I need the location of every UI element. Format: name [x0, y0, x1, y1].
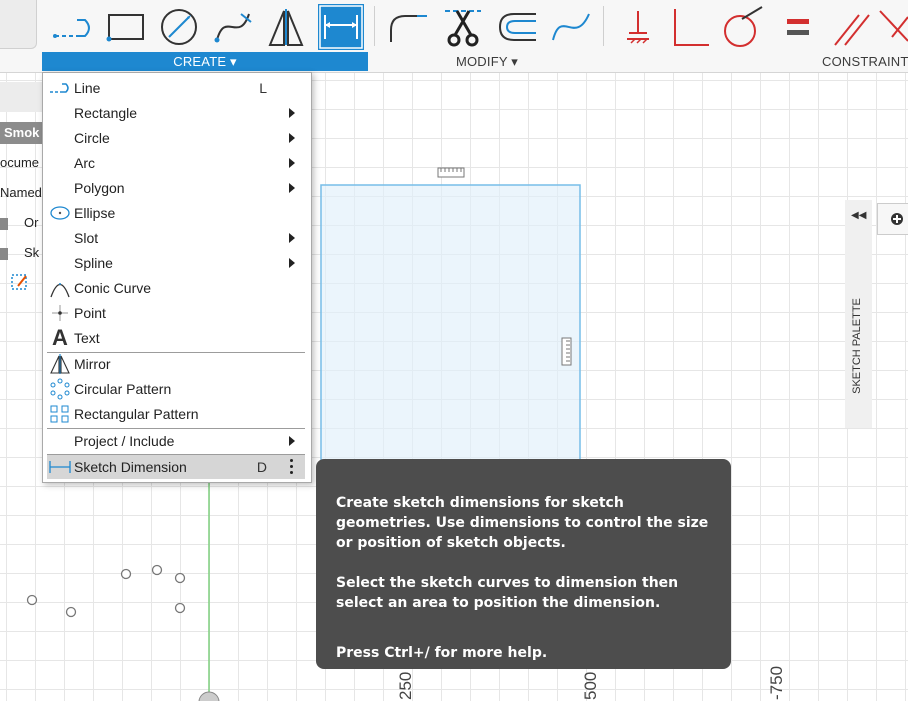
plus-circle-icon [891, 213, 903, 225]
browser-root-item[interactable]: Smok [0, 122, 42, 144]
axis-label-250: 250 [396, 671, 415, 700]
browser-row-named-views[interactable]: Named [0, 185, 42, 200]
left-corner-panel [0, 0, 37, 49]
ellipse-icon [47, 201, 73, 225]
submenu-arrow-icon [289, 233, 295, 243]
browser-row-origin[interactable]: Or [0, 215, 38, 230]
equal-constraint-button[interactable] [778, 4, 818, 50]
menu-item-mirror[interactable]: Mirror [47, 352, 305, 376]
rectangle-tool-button[interactable] [102, 4, 148, 50]
line-tool-button[interactable] [50, 4, 96, 50]
sketch-edit-icon[interactable] [10, 272, 30, 295]
add-panel-button[interactable] [877, 203, 908, 235]
submenu-arrow-icon [289, 183, 295, 193]
sketch-dimension-tool-button[interactable] [318, 4, 364, 50]
browser-row-document[interactable]: ocume [0, 155, 39, 170]
trim-tool-button[interactable] [440, 4, 486, 50]
sketch-dimension-tooltip: Create sketch dimensions for sketch geom… [316, 459, 731, 669]
toolbar-separator [603, 6, 604, 46]
sketch-dimension-icon [319, 5, 363, 49]
circular-pattern-icon [47, 377, 73, 401]
submenu-arrow-icon [289, 133, 295, 143]
spline-icon [214, 13, 252, 43]
menu-item-conic-curve[interactable]: Conic Curve [47, 276, 305, 300]
fillet-tool-button[interactable] [384, 4, 430, 50]
line-icon [47, 76, 73, 100]
circle-tool-button[interactable] [156, 4, 202, 50]
tooltip-help-hint: Press Ctrl+/ for more help. [336, 645, 548, 661]
curve-icon [552, 13, 590, 41]
folder-icon [0, 217, 8, 230]
more-options-icon[interactable] [290, 459, 293, 477]
rectangle-icon [106, 14, 144, 42]
menu-item-project-include[interactable]: Project / Include [47, 429, 305, 453]
submenu-arrow-icon [289, 158, 295, 168]
menu-item-slot[interactable]: Slot [47, 226, 305, 250]
rectangular-pattern-icon [47, 402, 73, 426]
browser-header [0, 82, 42, 112]
mirror-tool-button[interactable] [262, 4, 310, 50]
menu-item-point[interactable]: Point [47, 301, 305, 325]
menu-item-arc[interactable]: Arc [47, 151, 305, 175]
tooltip-instructions: Select the sketch curves to dimension th… [336, 575, 679, 611]
menu-item-circle[interactable]: Circle [47, 126, 305, 150]
menu-item-polygon[interactable]: Polygon [47, 176, 305, 200]
sketch-palette-collapsed[interactable]: ◀◀ SKETCH PALETTE [845, 200, 872, 428]
spline-tool-button[interactable] [210, 4, 256, 50]
fix-constraint-icon [627, 11, 649, 44]
submenu-arrow-icon [289, 108, 295, 118]
mirror-icon [268, 9, 304, 46]
menu-item-circular-pattern[interactable]: Circular Pattern [47, 377, 305, 401]
create-menu-button[interactable]: CREATE ▾ [42, 52, 368, 71]
tangent-constraint-button[interactable] [718, 4, 766, 50]
coincident-constraint-button[interactable] [618, 4, 658, 50]
point-icon [47, 301, 73, 325]
tooltip-description: Create sketch dimensions for sketch geom… [336, 495, 709, 551]
conic-curve-icon [47, 276, 73, 300]
menu-item-spline[interactable]: Spline [47, 251, 305, 275]
dimension-marker-top [437, 167, 465, 178]
submenu-arrow-icon [289, 436, 295, 446]
offset-tool-button[interactable] [494, 4, 542, 50]
sketch-palette-label: SKETCH PALETTE [851, 298, 863, 394]
folder-icon [0, 247, 8, 260]
sketch-points [26, 564, 186, 618]
menu-item-line[interactable]: Line L [47, 76, 305, 100]
mirror-icon [47, 352, 73, 376]
text-icon: A [52, 325, 68, 350]
project-curve-tool-button[interactable] [548, 4, 594, 50]
collinear-icon [879, 10, 908, 42]
equal-icon [787, 19, 809, 35]
browser-row-sketches[interactable]: Sk [0, 245, 39, 260]
menu-item-text[interactable]: A Text [47, 325, 305, 350]
perpendicular-constraint-button[interactable] [664, 4, 714, 50]
fillet-icon [390, 15, 427, 42]
sketch-dimension-icon [47, 455, 73, 479]
menu-item-rectangular-pattern[interactable]: Rectangular Pattern [47, 402, 305, 426]
browser-panel: Smok ocume Named Or Sk [0, 72, 42, 312]
menu-item-ellipse[interactable]: Ellipse [47, 201, 305, 225]
ribbon-toolbar: CREATE ▾ MODIFY ▾ CONSTRAINTS [0, 0, 908, 73]
line-icon [53, 19, 90, 38]
collapse-rewind-icon[interactable]: ◀◀ [851, 210, 866, 221]
modify-menu-button[interactable]: MODIFY ▾ [380, 52, 594, 71]
create-dropdown-menu: Line L Rectangle Circle Arc Polygon Elli… [42, 72, 312, 483]
perpendicular-icon [674, 9, 709, 46]
toolbar-separator [374, 6, 375, 46]
menu-item-sketch-dimension[interactable]: Sketch Dimension D [47, 455, 305, 479]
axis-label-500: 500 [581, 671, 600, 700]
horizontal-constraint-button[interactable] [878, 4, 908, 50]
scissors-icon [445, 10, 481, 47]
axis-label-neg750: -750 [767, 665, 786, 700]
origin-point [198, 691, 220, 701]
offset-icon [498, 13, 536, 41]
tangent-icon [724, 6, 763, 47]
constraints-menu-button[interactable]: CONSTRAINTS [800, 52, 908, 71]
circle-icon [161, 9, 197, 45]
submenu-arrow-icon [289, 258, 295, 268]
parallel-icon [834, 14, 870, 46]
parallel-constraint-button[interactable] [828, 4, 874, 50]
menu-item-rectangle[interactable]: Rectangle [47, 101, 305, 125]
